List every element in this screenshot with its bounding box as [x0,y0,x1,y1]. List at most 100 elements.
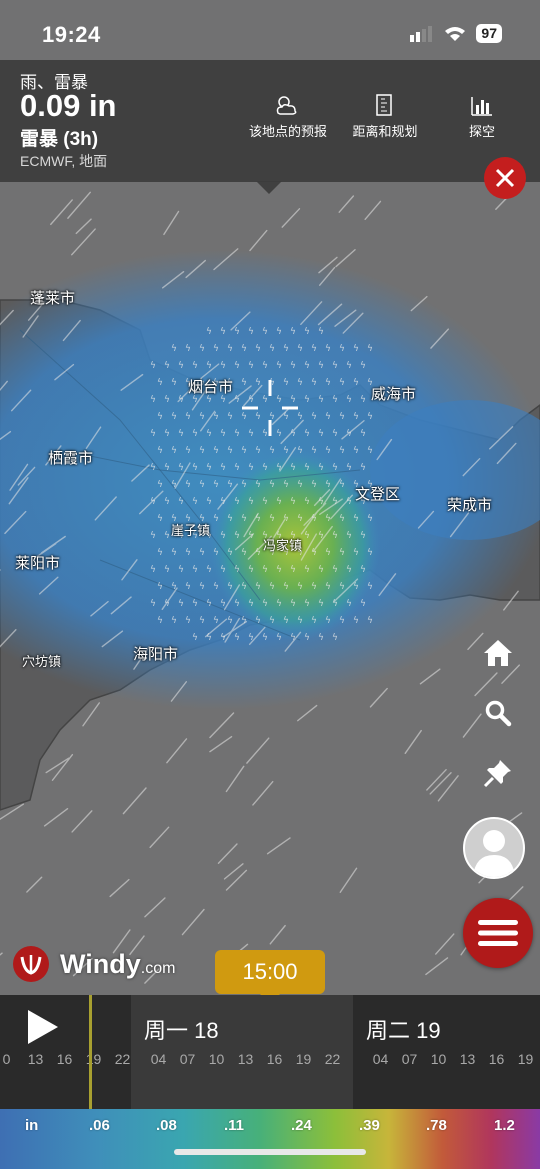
user-icon [473,830,515,877]
ruler-icon [376,94,392,116]
thunder-symbol: ϟ [262,361,268,371]
thunder-symbol: ϟ [157,446,163,456]
precip-subtitle: 雷暴 (3h) [20,129,99,150]
thunder-symbol: ϟ [213,344,219,354]
thunder-symbol: ϟ [346,463,352,473]
thunder-symbol: ϟ [262,565,268,575]
thunder-symbol: ϟ [157,582,163,592]
hour-label: 07 [401,1051,418,1067]
hour-label: 0 [2,1051,11,1067]
thunder-symbol: ϟ [227,480,233,490]
hour-label: 10 [208,1051,225,1067]
color-legend[interactable]: in .06 .08 .11 .24 .39 .78 1.2 [0,1109,540,1169]
thunder-symbol: ϟ [255,514,261,524]
play-button[interactable] [28,1010,58,1044]
timeline-day[interactable]: 周二 19 04 07 10 13 16 19 [353,995,540,1109]
thunder-symbol: ϟ [178,599,184,609]
thunder-symbol: ϟ [241,378,247,388]
thunder-symbol: ϟ [227,344,233,354]
thunder-symbol: ϟ [227,616,233,626]
thunder-symbol: ϟ [171,446,177,456]
tool-location-forecast[interactable]: 该地点的预报 [247,92,329,140]
pin-icon [483,760,511,788]
thunder-symbol: ϟ [206,497,212,507]
thunder-symbol: ϟ [276,565,282,575]
thunder-symbol: ϟ [199,344,205,354]
thunder-symbol: ϟ [220,463,226,473]
thunder-symbol: ϟ [178,395,184,405]
legend-value: .08 [156,1117,177,1134]
hour-label: 10 [430,1051,447,1067]
thunder-symbol: ϟ [297,616,303,626]
thunder-symbol: ϟ [332,463,338,473]
thunder-symbol: ϟ [290,633,296,643]
thunder-symbol: ϟ [304,327,310,337]
thunder-symbol: ϟ [311,480,317,490]
search-button[interactable] [478,693,518,733]
thunder-symbol: ϟ [150,497,156,507]
thunder-symbol: ϟ [150,395,156,405]
thunder-symbol: ϟ [178,429,184,439]
thunder-symbol: ϟ [241,514,247,524]
thunder-symbol: ϟ [339,616,345,626]
timeline-day[interactable]: 周一 18 04 07 10 13 16 19 22 [131,995,353,1109]
thunder-symbol: ϟ [276,395,282,405]
close-button[interactable] [484,157,526,199]
thunder-symbol: ϟ [199,412,205,422]
thunder-symbol: ϟ [283,446,289,456]
thunder-symbol: ϟ [311,514,317,524]
thunder-symbol: ϟ [353,548,359,558]
thunder-symbol: ϟ [248,497,254,507]
thunder-symbol: ϟ [304,429,310,439]
thunder-symbol: ϟ [234,497,240,507]
precip-value: 0.09 in [20,88,117,123]
thunder-symbol: ϟ [164,497,170,507]
tool-sounding[interactable]: 探空 [458,92,506,140]
thunder-symbol: ϟ [304,531,310,541]
status-time: 19:24 [42,22,101,47]
pin-button[interactable] [478,753,518,793]
thunder-symbol: ϟ [192,361,198,371]
battery-level: 97 [476,24,502,43]
thunder-symbol: ϟ [304,633,310,643]
timeline-day[interactable]: 0 13 16 19 22 [0,995,131,1109]
thunder-symbol: ϟ [325,412,331,422]
thunder-symbol: ϟ [241,446,247,456]
thunder-symbol: ϟ [185,344,191,354]
thunder-symbol: ϟ [367,412,373,422]
thunder-symbol: ϟ [248,531,254,541]
thunder-symbol: ϟ [241,344,247,354]
thunder-symbol: ϟ [360,463,366,473]
thunder-symbol: ϟ [206,361,212,371]
thunder-symbol: ϟ [269,582,275,592]
menu-button[interactable] [463,898,533,968]
avatar[interactable] [463,817,525,879]
thunder-symbol: ϟ [255,548,261,558]
thunder-symbol: ϟ [192,497,198,507]
thunder-symbol: ϟ [353,412,359,422]
thunder-symbol: ϟ [297,514,303,524]
timeline[interactable]: 0 13 16 19 22 周一 18 04 07 10 13 16 19 22… [0,995,540,1109]
place-label: 崖子镇 [171,523,211,538]
current-time-marker[interactable]: 15:00 [215,950,325,1004]
home-button[interactable] [478,633,518,673]
thunder-symbol: ϟ [262,429,268,439]
thunder-symbol: ϟ [227,548,233,558]
thunder-symbol: ϟ [164,565,170,575]
thunder-symbol: ϟ [171,378,177,388]
thunder-symbol: ϟ [290,361,296,371]
thunder-symbol: ϟ [262,497,268,507]
thunder-symbol: ϟ [360,599,366,609]
header-pointer [256,181,282,194]
thunder-symbol: ϟ [192,565,198,575]
hour-label: 19 [85,1051,102,1067]
thunder-symbol: ϟ [185,446,191,456]
thunder-symbol: ϟ [192,463,198,473]
thunder-symbol: ϟ [220,599,226,609]
thunder-symbol: ϟ [346,429,352,439]
thunder-symbol: ϟ [297,378,303,388]
tool-distance-planning[interactable]: 距离和规划 [349,92,421,140]
thunder-symbol: ϟ [164,531,170,541]
windy-logo[interactable]: Windy.com [12,945,175,983]
thunder-symbol: ϟ [220,497,226,507]
